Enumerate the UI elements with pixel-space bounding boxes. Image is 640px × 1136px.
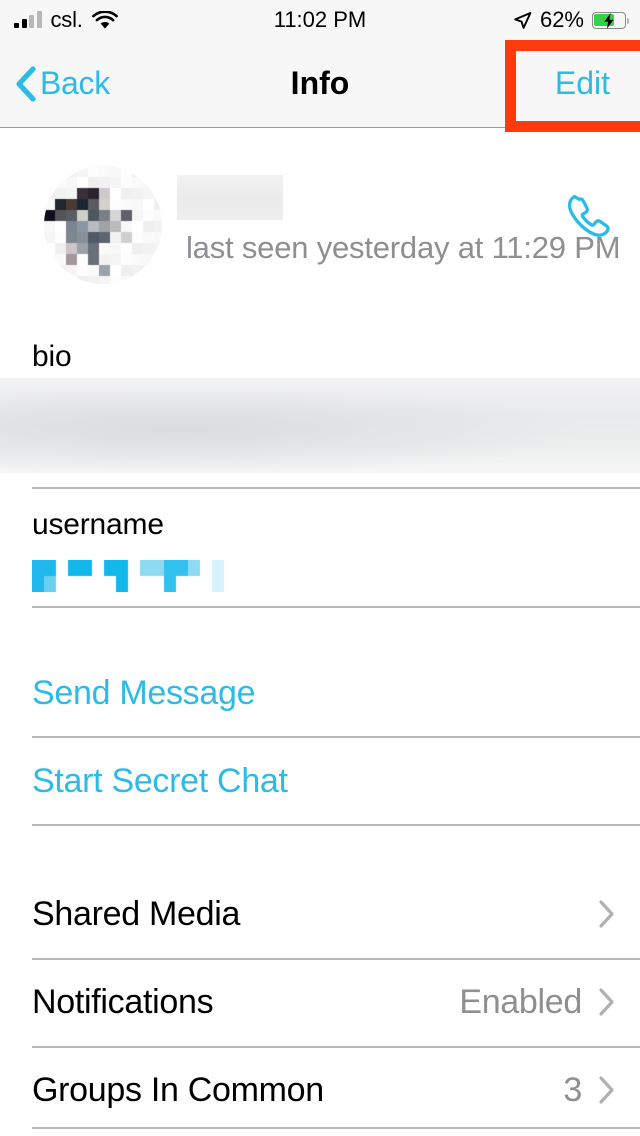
phone-screen: csl. 11:02 PM 62% Back Info Edit last se…: [0, 0, 640, 1136]
contact-name-redacted: [177, 175, 283, 220]
username-value-pixelated[interactable]: [32, 560, 232, 592]
divider-username: [32, 606, 640, 608]
phone-call-icon[interactable]: [562, 190, 618, 242]
status-bar-right: 62%: [513, 0, 629, 40]
location-arrow-icon: [513, 11, 532, 30]
row-shared-media-label: Shared Media: [32, 894, 241, 933]
battery-charging-icon: [592, 11, 629, 29]
battery-percent-label: 62%: [539, 7, 584, 32]
last-seen-label: last seen yesterday at 11:29 PM: [186, 230, 621, 265]
username-label: username: [32, 508, 164, 541]
row-groups-in-common-label: Groups In Common: [32, 1070, 324, 1109]
divider-send-message: [32, 736, 640, 738]
chevron-right-icon: [598, 1075, 616, 1105]
row-notifications-value: Enabled: [459, 982, 582, 1021]
row-notifications-label: Notifications: [32, 982, 214, 1021]
row-groups-in-common-value: 3: [563, 1070, 582, 1109]
send-message-button[interactable]: Send Message: [32, 674, 256, 713]
row-groups-in-common[interactable]: Groups In Common 3: [0, 1046, 640, 1134]
profile-header: last seen yesterday at 11:29 PM: [0, 128, 640, 326]
navigation-bar: Back Info Edit: [0, 40, 640, 128]
user-avatar-pixelated[interactable]: [44, 166, 162, 284]
row-shared-media[interactable]: Shared Media: [0, 870, 640, 958]
divider-groups-in-common: [32, 1127, 640, 1129]
start-secret-chat-button[interactable]: Start Secret Chat: [32, 762, 288, 801]
edit-button[interactable]: Edit: [555, 40, 610, 127]
divider-secret-chat: [32, 824, 640, 826]
row-notifications[interactable]: Notifications Enabled: [0, 958, 640, 1046]
status-bar: csl. 11:02 PM 62%: [0, 0, 640, 40]
divider-bio: [32, 487, 640, 489]
page-title: Info: [290, 65, 350, 101]
chevron-right-icon: [598, 899, 616, 929]
chevron-right-icon: [598, 987, 616, 1017]
bio-value-blurred[interactable]: [0, 378, 640, 473]
status-bar-clock: 11:02 PM: [273, 7, 367, 32]
bio-label: bio: [32, 340, 72, 373]
